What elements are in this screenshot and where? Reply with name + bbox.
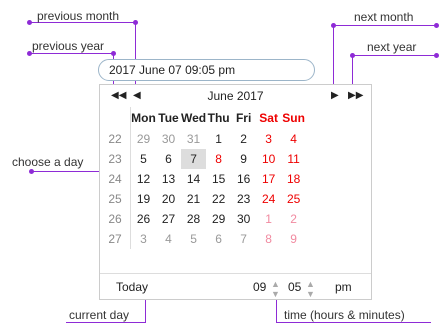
week-number: 26 [100,209,131,229]
annotation-dot [133,20,138,25]
label-next-month: next month [354,10,414,24]
day-cell[interactable]: 10 [256,149,281,169]
weekday-header: Wed [181,111,207,125]
day-cell[interactable]: 26 [131,209,157,229]
day-cell[interactable]: 1 [206,129,231,149]
week-number-header [100,107,131,129]
day-cell[interactable]: 5 [181,229,206,249]
calendar-footer: Today 09 ▲ ▼ 05 ▲ ▼ pm [100,273,371,300]
day-cell[interactable]: 14 [181,169,206,189]
minutes-spinner-icon[interactable]: ▲ ▼ [306,279,315,299]
week-number: 23 [100,149,131,169]
annotation-dot [29,169,34,174]
day-cell[interactable]: 21 [181,189,206,209]
annotation-dot [350,53,355,58]
weekday-header: Thu [207,111,230,125]
day-cell[interactable]: 4 [156,229,181,249]
weekday-header: Tue [158,111,179,125]
day-cell[interactable]: 20 [156,189,181,209]
week-row: 27 3 4 5 6 7 8 9 [100,229,306,249]
day-cell[interactable]: 27 [156,209,181,229]
label-previous-month: previous month [37,9,120,23]
day-cell[interactable]: 28 [181,209,206,229]
week-number: 27 [100,229,131,249]
day-cell[interactable]: 24 [256,189,281,209]
day-cell[interactable]: 1 [256,209,281,229]
day-cell[interactable]: 30 [156,129,181,149]
minutes-field[interactable]: 05 [288,280,301,294]
day-cell[interactable]: 17 [256,169,281,189]
hours-field[interactable]: 09 [253,280,266,294]
weekday-header: Fri [235,111,252,125]
annotation-line [29,53,113,54]
today-button[interactable]: Today [116,280,148,294]
label-time: time (hours & minutes) [284,308,405,322]
annotation-line [352,55,436,56]
day-cell[interactable]: 9 [281,229,306,249]
label-current-day: current day [69,308,130,322]
day-cell[interactable]: 4 [281,129,306,149]
next-year-icon[interactable]: ▶▶ [348,90,363,102]
week-number: 25 [100,189,131,209]
date-input[interactable]: 2017 June 07 09:05 pm [98,59,315,81]
day-cell[interactable]: 18 [281,169,306,189]
day-cell[interactable]: 15 [206,169,231,189]
day-cell[interactable]: 6 [156,149,181,169]
week-row: 22 29 30 31 1 2 3 4 [100,129,306,149]
day-cell[interactable]: 5 [131,149,157,169]
annotation-dot [331,23,336,28]
weekday-header: Sat [259,111,278,125]
weekday-header: Sun [282,111,305,125]
calendar-header: ◀◀ ◀ June 2017 ▶ ▶▶ [100,85,371,107]
day-cell[interactable]: 3 [256,129,281,149]
annotation-dot [434,23,439,28]
day-cell[interactable]: 7 [231,229,256,249]
day-cell[interactable]: 8 [256,229,281,249]
day-cell[interactable]: 29 [131,129,157,149]
hours-spinner-icon[interactable]: ▲ ▼ [271,279,280,299]
ampm-field[interactable]: pm [335,280,352,294]
day-cell[interactable]: 8 [206,149,231,169]
calendar-grid: Mon Tue Wed Thu Fri Sat Sun 22 29 30 31 … [100,107,306,249]
label-choose-day: choose a day [12,155,84,169]
day-cell[interactable]: 11 [281,149,306,169]
week-number: 22 [100,129,131,149]
annotation-dot [111,51,116,56]
annotation-line [333,25,436,26]
next-month-icon[interactable]: ▶ [331,90,339,102]
day-cell[interactable]: 2 [281,209,306,229]
day-cell[interactable]: 16 [231,169,256,189]
week-row: 25 19 20 21 22 23 24 25 [100,189,306,209]
day-cell[interactable]: 13 [156,169,181,189]
annotation-dot [27,20,32,25]
day-cell[interactable]: 6 [206,229,231,249]
annotation-dot [434,53,439,58]
week-number: 24 [100,169,131,189]
day-cell[interactable]: 22 [206,189,231,209]
weekday-row: Mon Tue Wed Thu Fri Sat Sun [100,107,306,129]
label-next-year: next year [367,40,417,54]
day-cell[interactable]: 19 [131,189,157,209]
day-cell[interactable]: 9 [231,149,256,169]
week-row: 24 12 13 14 15 16 17 18 [100,169,306,189]
selected-day-cell[interactable]: 7 [181,149,207,169]
day-cell[interactable]: 3 [131,229,157,249]
day-cell[interactable]: 30 [231,209,256,229]
week-row: 26 26 27 28 29 30 1 2 [100,209,306,229]
day-cell[interactable]: 23 [231,189,256,209]
day-cell[interactable]: 12 [131,169,157,189]
week-row: 23 5 6 7 8 9 10 11 [100,149,306,169]
calendar-popup: ◀◀ ◀ June 2017 ▶ ▶▶ Mon Tue Wed Thu Fri … [99,84,372,300]
day-cell[interactable]: 31 [181,129,206,149]
label-previous-year: previous year [32,39,105,53]
day-cell[interactable]: 2 [231,129,256,149]
day-cell[interactable]: 25 [281,189,306,209]
weekday-header: Mon [131,111,156,125]
day-cell[interactable]: 29 [206,209,231,229]
